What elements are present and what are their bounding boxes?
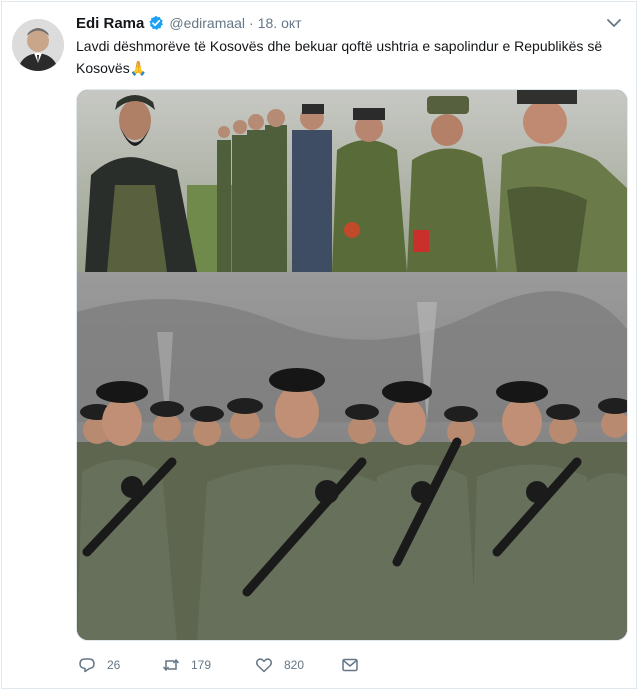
- avatar-photo: [12, 19, 64, 71]
- tweet-text-body: Lavdi dëshmorëve të Kosovës dhe bekuar q…: [76, 38, 603, 76]
- reply-icon: [79, 658, 95, 673]
- verified-badge-icon: [149, 15, 164, 30]
- tweet-actions: 26 179 820: [76, 655, 596, 675]
- tweet-media[interactable]: [76, 89, 628, 641]
- like-button[interactable]: 820: [255, 655, 304, 675]
- photo-modern-soldiers: [77, 272, 627, 640]
- photo-historical-soldiers: [77, 90, 627, 272]
- like-count: 820: [284, 658, 305, 672]
- direct-message-button[interactable]: [341, 655, 359, 675]
- caret-down-icon[interactable]: [606, 16, 622, 30]
- reply-count: 26: [107, 658, 121, 672]
- avatar[interactable]: [12, 19, 64, 71]
- praying-hands-emoji: 🙏: [129, 60, 148, 76]
- tweet-date[interactable]: 18. окт: [258, 15, 302, 31]
- direct-message-icon: [342, 658, 358, 672]
- reply-button[interactable]: 26: [78, 655, 120, 675]
- retweet-icon: [162, 659, 180, 671]
- tweet-text: Lavdi dëshmorëve të Kosovës dhe bekuar q…: [76, 35, 624, 79]
- retweet-count: 179: [191, 658, 212, 672]
- author-name[interactable]: Edi Rama: [76, 15, 144, 32]
- tweet-header: Edi Rama @ediramaal · 18. окт: [76, 12, 302, 34]
- retweet-button[interactable]: 179: [162, 655, 211, 675]
- like-icon: [256, 658, 272, 673]
- author-handle[interactable]: @ediramaal: [169, 15, 245, 31]
- header-separator: ·: [249, 15, 254, 31]
